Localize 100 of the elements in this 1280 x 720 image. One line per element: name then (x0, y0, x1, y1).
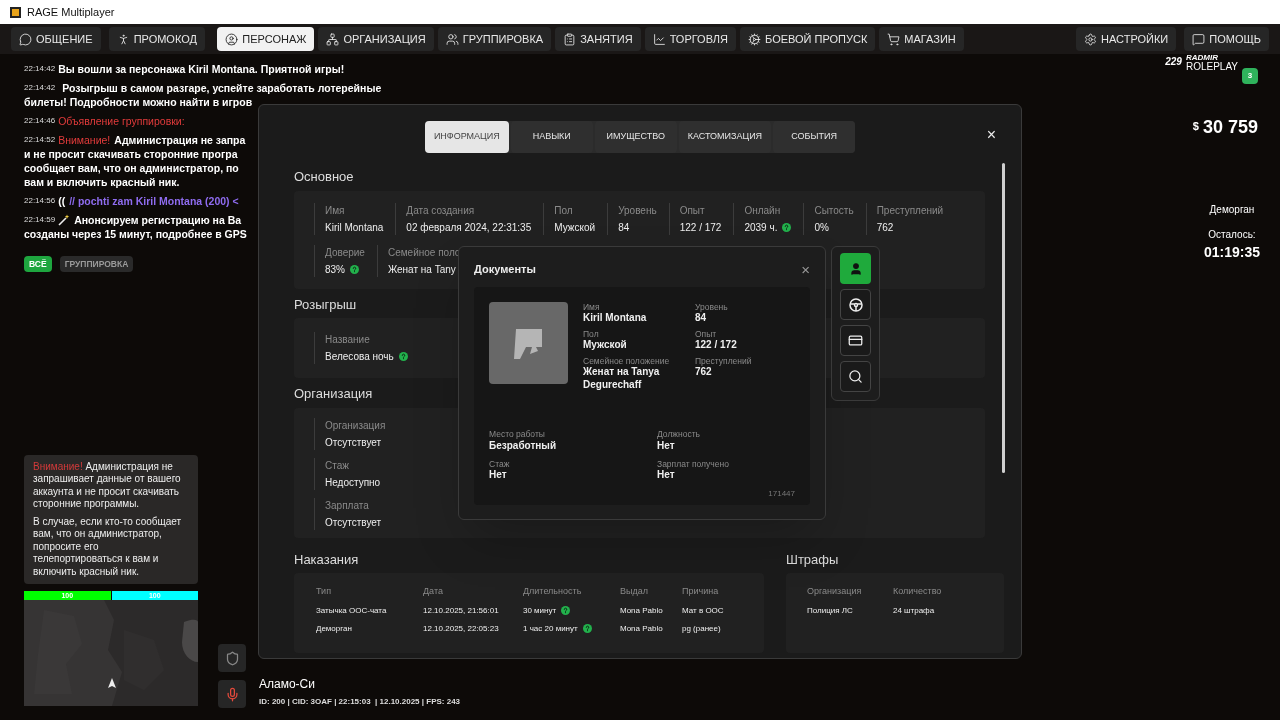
field-label: Имя (325, 203, 346, 218)
chat-message: созданы через 15 минут, подробнее в GPS (24, 227, 248, 241)
chat-prefix: Внимание! (58, 133, 111, 147)
chart-icon (652, 32, 666, 46)
field-value: Велесова ночь (325, 350, 394, 364)
side-button[interactable] (840, 325, 871, 356)
chat-message: Анонсируем регистрацию на Ва (74, 213, 242, 227)
side-button[interactable] (840, 361, 871, 392)
chat-message: Администрация не запра (114, 133, 246, 147)
shield-icon (224, 650, 240, 666)
column-header: Организация (807, 585, 863, 598)
side-button[interactable] (840, 289, 871, 320)
field-label: Доверие (325, 245, 365, 260)
nav-tab[interactable]: ГРУППИРОВКА (437, 27, 552, 51)
field-label: Онлайн (744, 203, 782, 218)
document-label: Должность (657, 429, 702, 440)
field-value: Отсутствует (325, 435, 382, 450)
gear-icon (748, 32, 762, 46)
notice-text: Внимание! Администрация не запрашивает данные от вашего аккаунта и не просит скачивать сторонние программы. (33, 460, 182, 511)
nav-tab[interactable]: ЗАНЯТИЯ (555, 27, 641, 51)
close-button[interactable]: × (801, 261, 810, 277)
document-label: Уровень (695, 301, 729, 313)
status-line: ID: 200 | CID: 3OAF | 22:15:03 | 12.10.2025 | FPS: 243 (259, 696, 462, 708)
nav-tab[interactable]: ТОРГОВЛЯ (644, 27, 737, 51)
table-cell-text: 24 штрафа (893, 604, 936, 617)
nav-tab[interactable]: ПРОМОКОД (108, 27, 205, 51)
nav-tab[interactable]: ОБЩЕНИЕ (11, 27, 101, 51)
table-cell: 1 час 20 минут (523, 622, 578, 635)
table-cell: Деморган (316, 622, 352, 635)
online-count: 229 (1165, 55, 1182, 69)
field-label: Зарплата (325, 498, 370, 513)
user-icon (848, 261, 863, 276)
field-value: 2039 ч. (744, 220, 778, 235)
mic-button[interactable] (218, 680, 246, 708)
modal-tab[interactable]: СОБЫТИЯ (773, 121, 856, 153)
modal-tab[interactable]: ИМУЩЕСТВО (594, 121, 677, 153)
document-value: 84 (695, 312, 708, 325)
field-value: 84 (618, 220, 630, 235)
field-label: Преступлений (876, 203, 944, 218)
document-label: Семейное положение (583, 355, 671, 367)
nav-tab[interactable]: НАСТРОЙКИ (1076, 27, 1177, 51)
field-label: Сытость (814, 203, 854, 218)
modal-tab[interactable]: НАВЫКИ (510, 121, 593, 153)
document-value: Мужской (583, 339, 628, 352)
chat-message: и не просит скачивать сторонние програ (24, 147, 239, 161)
field-label: Название (325, 333, 371, 347)
money-amount: 30 759 (1202, 118, 1258, 136)
nav-tab[interactable]: ПОМОЩЬ (1184, 27, 1269, 51)
section-title: Основное (294, 168, 354, 186)
field-value: Недоступно (325, 475, 381, 490)
chat-message: Розыгрыш в самом разгаре, успейте заработать лотерейные (62, 81, 382, 95)
document-value: Нет (657, 469, 676, 482)
message-icon (1192, 32, 1206, 46)
location-name: Аламо-Си (259, 676, 316, 693)
table-cell: Mona Pablo (620, 622, 663, 635)
document-value: Нет (489, 469, 508, 482)
document-value: 762 (695, 366, 713, 379)
window-title: RAGE Multiplayer (27, 4, 115, 20)
nav-tab[interactable]: ПЕРСОНАЖ (217, 27, 315, 51)
column-header: Тип (316, 585, 332, 598)
field-value: 83% (325, 262, 345, 277)
chat-prefix: (( (58, 194, 66, 208)
users-icon (445, 32, 459, 46)
table-cell-text: Полиция ЛС (807, 604, 854, 617)
chat-message: // pochti zam Kiril Montana (200) < (69, 194, 239, 208)
chat-message: сообщает вам, что он администратор, по (24, 161, 240, 175)
modal-tab[interactable]: ИНФОРМАЦИЯ (424, 121, 509, 153)
chat-time: 22:14:42 (24, 82, 56, 94)
field-label: Опыт (679, 203, 706, 218)
settings-icon (1084, 32, 1098, 46)
jail-timer: 01:19:35 (1203, 243, 1260, 262)
table-cell: 30 минут (523, 604, 557, 617)
side-button[interactable] (840, 253, 871, 284)
field-label: Организация (325, 418, 386, 433)
field-value: Женат на Tanу (387, 262, 456, 277)
field-label: Дата создания (406, 203, 476, 218)
document-value: 122 / 172 (695, 339, 738, 352)
column-header: Выдал (620, 585, 649, 598)
nav-tab[interactable]: ОРГАНИЗАЦИЯ (318, 27, 434, 51)
document-value: Женат на Tanya Degurechaff (583, 366, 661, 392)
document-value: Нет (657, 440, 676, 453)
card-icon (848, 333, 863, 348)
close-button[interactable]: × (986, 127, 996, 143)
app-icon (10, 6, 21, 18)
currency-sign: $ (1192, 119, 1199, 134)
document-label: Имя (583, 301, 601, 313)
table-cell: Затычка ООС-чата (316, 604, 387, 617)
document-label: Пол (583, 328, 600, 340)
chat-message: билеты! Подробности можно найти в игров (24, 95, 254, 109)
table-cell: Mona Pablo (620, 604, 663, 617)
chat-time: 22:14:59 (24, 214, 56, 226)
nav-tab[interactable]: МАГАЗИН (879, 27, 964, 51)
chat-filter[interactable]: ГРУППИРОВКА (59, 256, 134, 272)
shield-button[interactable] (218, 644, 246, 672)
column-header: Дата (423, 585, 444, 598)
field-value: 0% (814, 220, 829, 235)
table-cell: 12.10.2025, 21:56:01 (423, 604, 499, 617)
table-cell: Мат в ООС (682, 604, 724, 617)
nav-tab[interactable]: БОЕВОЙ ПРОПУСК (740, 27, 876, 51)
modal-tab[interactable]: КАСТОМИЗАЦИЯ (678, 121, 772, 153)
